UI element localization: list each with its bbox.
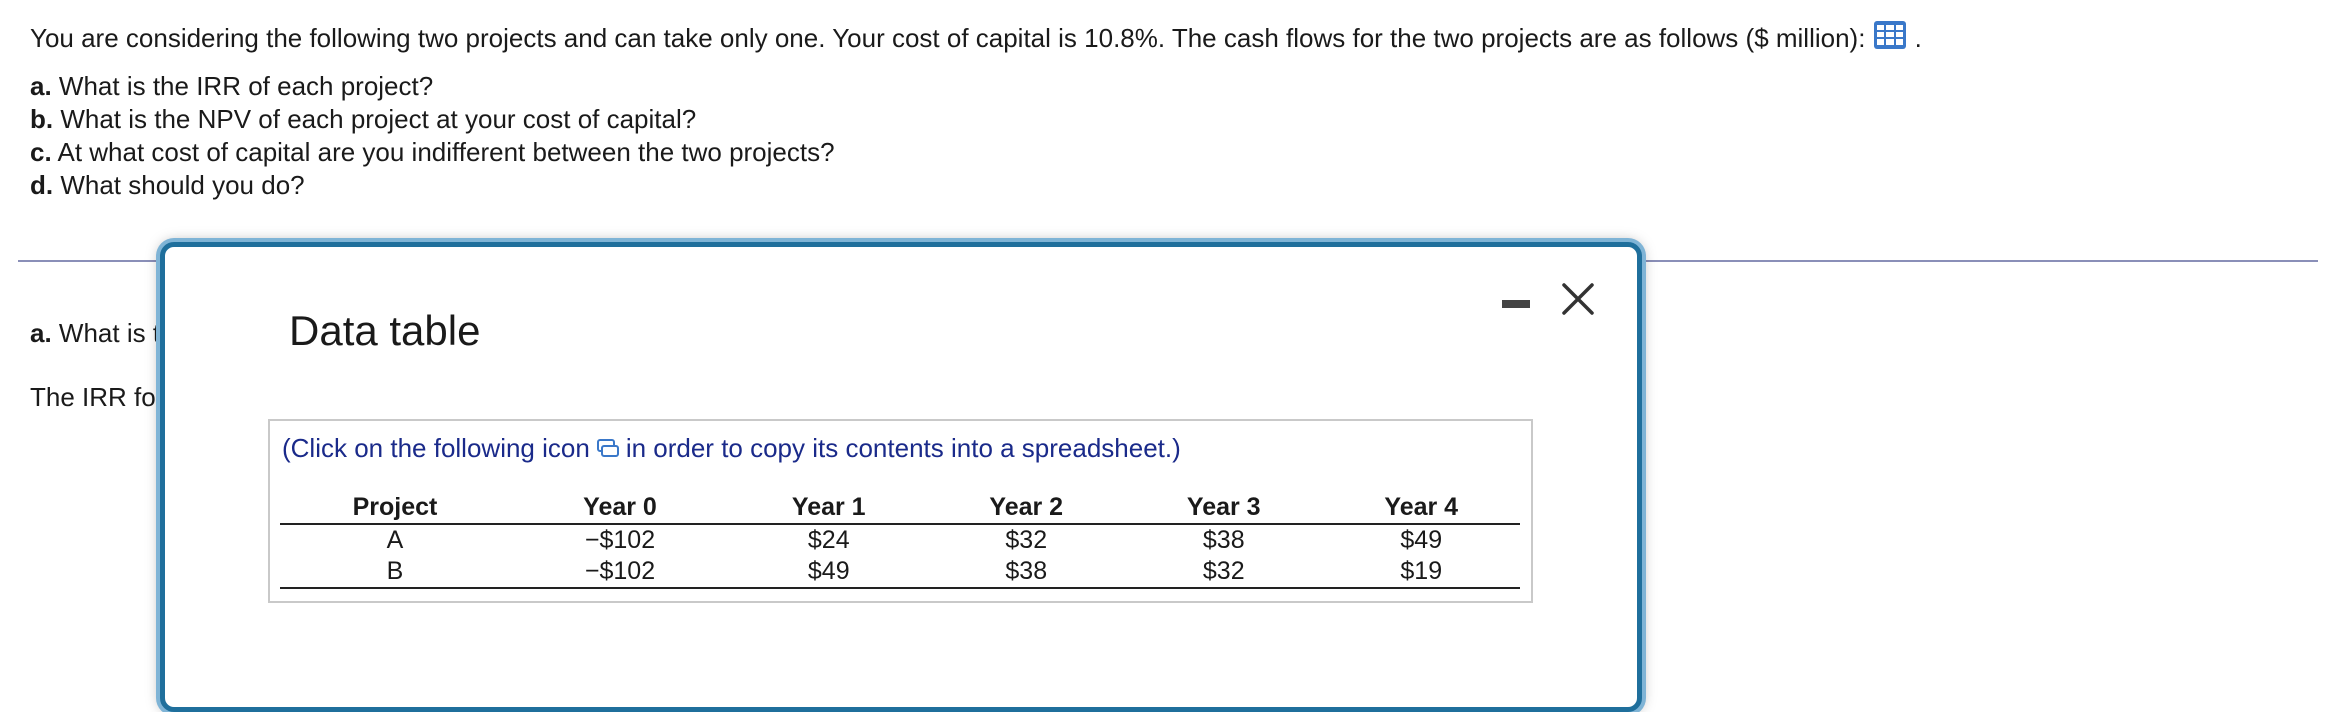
table-cell: $38	[927, 556, 1125, 589]
data-table-modal: Data table (Click on the following icon …	[160, 242, 1642, 712]
question-parts: a. What is the IRR of each project? b. W…	[30, 70, 835, 202]
table-cell: −$102	[510, 556, 730, 589]
table-cell: −$102	[584, 526, 656, 554]
table-cell: $24	[807, 526, 850, 554]
table-cell: $49	[730, 556, 928, 589]
cash-flow-table: Project Year 0 Year 1 Year 2 Year 3 Year…	[280, 491, 1520, 589]
column-header: Year 0	[510, 491, 730, 525]
column-header: Year 2	[927, 491, 1125, 525]
part-a-heading-text: What is t	[58, 318, 161, 348]
table-cell: $32	[1005, 526, 1048, 554]
question-intro-end: .	[1914, 23, 1922, 53]
column-header: Year 3	[1125, 491, 1323, 525]
part-d: d. What should you do?	[30, 169, 835, 202]
modal-title: Data table	[289, 307, 481, 354]
part-letter: c.	[30, 137, 52, 167]
table-row: A −$102 $24 $32 $38 $49	[280, 524, 1520, 556]
part-c: c. At what cost of capital are you indif…	[30, 136, 835, 169]
copy-note-suffix: in order to copy its contents into a spr…	[625, 433, 1181, 463]
minimize-button[interactable]	[1502, 300, 1530, 308]
close-icon	[1562, 283, 1594, 315]
close-button[interactable]	[1558, 279, 1598, 319]
data-table-grid-icon[interactable]	[1873, 20, 1907, 57]
part-a: a. What is the IRR of each project?	[30, 70, 835, 103]
table-cell: $19	[1322, 556, 1520, 589]
part-a-heading: a. What is t	[30, 318, 160, 349]
table-header-row: Project Year 0 Year 1 Year 2 Year 3 Year…	[280, 491, 1520, 525]
part-text: What is the NPV of each project at your …	[60, 104, 697, 134]
copy-note: (Click on the following icon in order to…	[282, 433, 1181, 466]
column-header: Project	[280, 491, 510, 525]
part-text: What is the IRR of each project?	[58, 71, 434, 101]
irr-answer-text: The IRR fo	[30, 382, 156, 412]
table-cell: $49	[1400, 526, 1443, 554]
part-b: b. What is the NPV of each project at yo…	[30, 103, 835, 136]
question-text: You are considering the following two pr…	[30, 20, 1922, 57]
table-cell: $32	[1125, 556, 1323, 589]
column-header: Year 4	[1322, 491, 1520, 525]
copy-note-prefix: (Click on the following icon	[282, 433, 590, 463]
copy-to-spreadsheet-icon[interactable]	[596, 435, 620, 466]
table-cell: B	[280, 556, 510, 589]
part-text: At what cost of capital are you indiffer…	[57, 137, 835, 167]
table-cell: $38	[1202, 526, 1245, 554]
table-row: B −$102 $49 $38 $32 $19	[280, 556, 1520, 589]
column-header: Year 1	[730, 491, 928, 525]
part-letter: b.	[30, 104, 54, 134]
table-cell: A	[386, 526, 404, 554]
part-letter: d.	[30, 170, 54, 200]
part-text: What should you do?	[60, 170, 305, 200]
part-a-letter: a.	[30, 318, 52, 348]
data-table-container: (Click on the following icon in order to…	[268, 419, 1533, 603]
question-intro: You are considering the following two pr…	[30, 23, 1866, 53]
part-letter: a.	[30, 71, 52, 101]
